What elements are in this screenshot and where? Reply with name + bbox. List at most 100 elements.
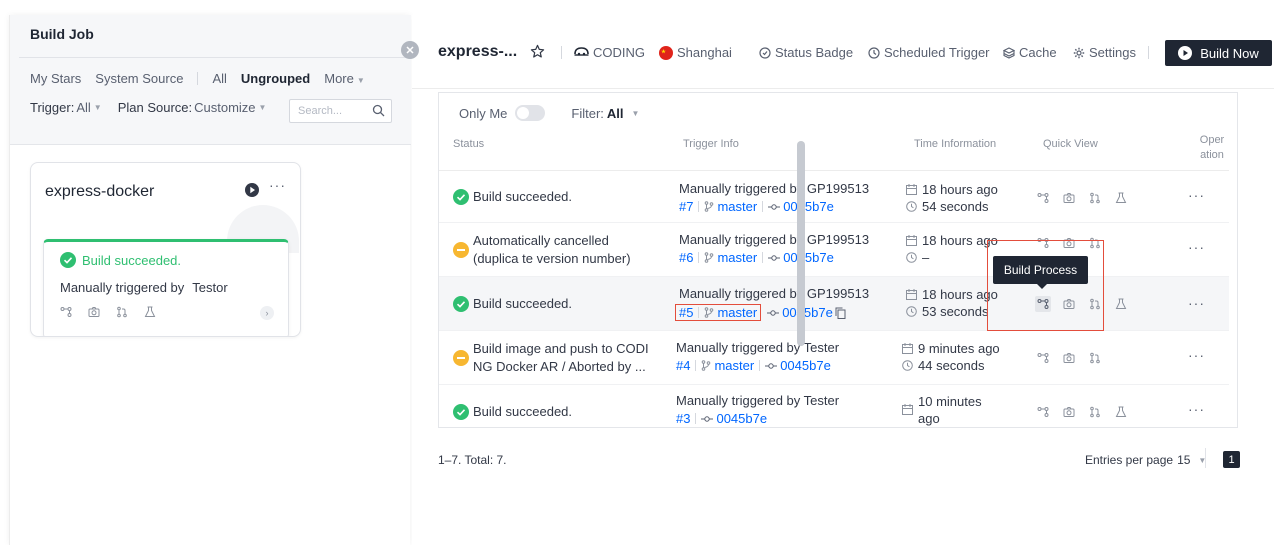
job-card[interactable]: express-docker ··· Build succeeded. Manu… bbox=[30, 162, 301, 337]
test-report-icon[interactable] bbox=[1113, 296, 1129, 312]
snapshot-icon[interactable] bbox=[1061, 235, 1077, 251]
more-icon[interactable]: ··· bbox=[1188, 239, 1205, 255]
nav-ungrouped[interactable]: Ungrouped bbox=[241, 71, 310, 86]
branch-link[interactable]: master bbox=[717, 250, 757, 265]
chevron-right-icon[interactable]: › bbox=[260, 306, 274, 320]
commit-link[interactable]: 0045b7e bbox=[780, 358, 831, 373]
table-row[interactable]: Build image and push to CODI NG Docker A… bbox=[439, 331, 1229, 385]
merge-request-icon[interactable] bbox=[1087, 350, 1103, 366]
meta-divider bbox=[695, 413, 697, 424]
merge-request-icon[interactable] bbox=[1087, 296, 1103, 312]
nav-system-source[interactable]: System Source bbox=[95, 71, 183, 86]
col-trigger-info: Trigger Info bbox=[683, 138, 739, 150]
snapshot-icon[interactable] bbox=[1061, 350, 1077, 366]
status-badge-label: Status Badge bbox=[775, 45, 854, 60]
more-icon[interactable]: ··· bbox=[1188, 347, 1205, 363]
page-size-select[interactable]: Entries per page 15 ▼ bbox=[1085, 453, 1206, 467]
build-number-link[interactable]: #6 bbox=[679, 250, 693, 265]
scheduled-trigger-link[interactable]: Scheduled Trigger bbox=[868, 45, 990, 60]
table-row[interactable]: Automatically cancelled (duplica te vers… bbox=[439, 223, 1229, 277]
calendar-icon bbox=[906, 184, 917, 195]
build-process-icon[interactable] bbox=[1035, 404, 1051, 420]
test-report-icon[interactable] bbox=[144, 306, 156, 318]
build-now-button[interactable]: Build Now bbox=[1165, 40, 1272, 66]
search-icon[interactable] bbox=[372, 104, 385, 117]
nav-my-stars[interactable]: My Stars bbox=[30, 71, 81, 86]
build-process-icon[interactable] bbox=[1035, 296, 1051, 312]
test-report-icon[interactable] bbox=[1113, 404, 1129, 420]
merge-request-icon[interactable] bbox=[1087, 235, 1103, 251]
filter-value[interactable]: All bbox=[607, 106, 624, 121]
job-card-name[interactable]: express-docker bbox=[45, 183, 154, 201]
team-link[interactable]: CODING bbox=[574, 45, 645, 60]
status-badge-link[interactable]: Status Badge bbox=[759, 45, 853, 60]
table-row[interactable]: Build succeeded. Manually triggered by G… bbox=[439, 171, 1229, 223]
close-panel-button[interactable] bbox=[401, 41, 419, 59]
merge-request-icon[interactable] bbox=[1087, 190, 1103, 206]
play-icon[interactable] bbox=[244, 182, 260, 198]
plan-source-filter[interactable]: Plan Source: Customize ▼ bbox=[118, 100, 267, 115]
cache-link[interactable]: Cache bbox=[1003, 45, 1057, 60]
snapshot-icon[interactable] bbox=[1061, 190, 1077, 206]
build-number-link[interactable]: #7 bbox=[679, 199, 693, 214]
build-number-link[interactable]: #5 bbox=[679, 305, 693, 320]
plan-source-label: Plan Source: bbox=[117, 100, 193, 115]
trigger-filter-value: All bbox=[76, 100, 91, 115]
build-process-icon[interactable] bbox=[1035, 190, 1051, 206]
commit-link[interactable]: 0045b7e bbox=[716, 411, 767, 426]
cancelled-icon bbox=[453, 350, 469, 366]
page-button[interactable]: 1 bbox=[1223, 451, 1240, 468]
row-time: 10 minutes ago bbox=[902, 393, 984, 427]
row-quick-view bbox=[1035, 404, 1129, 420]
snapshot-icon[interactable] bbox=[88, 306, 100, 318]
trigger-meta: #7 master 0045b7e bbox=[679, 199, 869, 214]
trigger-filter[interactable]: Trigger: All ▼ bbox=[30, 100, 102, 115]
nav-more[interactable]: More ▼ bbox=[324, 71, 365, 86]
test-report-icon[interactable] bbox=[1113, 190, 1129, 206]
build-process-icon[interactable] bbox=[1035, 350, 1051, 366]
table-row[interactable]: Build succeeded. Manually triggered by G… bbox=[439, 277, 1229, 331]
trigger-text: Manually triggered by GP199513 bbox=[679, 232, 870, 247]
nav-all[interactable]: All bbox=[212, 71, 226, 86]
col-operation: Oper ation bbox=[1199, 134, 1225, 161]
table-row[interactable]: Build succeeded. Manually triggered by T… bbox=[439, 385, 1229, 427]
build-number-link[interactable]: #3 bbox=[676, 411, 690, 426]
star-icon[interactable] bbox=[530, 44, 545, 59]
build-process-icon[interactable] bbox=[60, 306, 72, 318]
region-name: Shanghai bbox=[677, 45, 732, 60]
status-text: Build succeeded. bbox=[473, 296, 573, 311]
commit-link[interactable]: 0045b7e bbox=[783, 250, 834, 265]
build-process-icon[interactable] bbox=[1035, 235, 1051, 251]
duration: 44 seconds bbox=[918, 358, 985, 373]
status-text: Build succeeded. bbox=[473, 404, 573, 419]
search-input[interactable] bbox=[290, 100, 366, 122]
more-icon[interactable]: ··· bbox=[1188, 401, 1205, 417]
row-status: Build succeeded. bbox=[453, 188, 572, 206]
chevron-down-icon: ▼ bbox=[93, 103, 102, 112]
only-me-toggle[interactable] bbox=[515, 105, 546, 121]
snapshot-icon[interactable] bbox=[1061, 296, 1077, 312]
commit-link[interactable]: 0045b7e bbox=[782, 305, 833, 320]
commit-link[interactable]: 0045b7e bbox=[783, 199, 834, 214]
merge-request-icon[interactable] bbox=[1087, 404, 1103, 420]
success-icon bbox=[60, 252, 76, 268]
chevron-down-icon[interactable]: ▼ bbox=[632, 109, 640, 118]
branch-link[interactable]: master bbox=[714, 358, 754, 373]
clock-icon bbox=[906, 252, 917, 263]
scrollbar[interactable] bbox=[797, 141, 805, 346]
more-icon[interactable]: ··· bbox=[269, 177, 286, 193]
gear-icon bbox=[1073, 47, 1085, 58]
copy-icon[interactable] bbox=[835, 307, 846, 319]
latest-run-card[interactable]: Build succeeded. Manually triggered by Te… bbox=[43, 239, 289, 336]
snapshot-icon[interactable] bbox=[1061, 404, 1077, 420]
cancelled-icon bbox=[453, 242, 469, 258]
more-icon[interactable]: ··· bbox=[1188, 187, 1205, 203]
calendar-icon bbox=[902, 343, 913, 354]
branch-link[interactable]: master bbox=[717, 199, 757, 214]
build-number-link[interactable]: #4 bbox=[676, 358, 690, 373]
meta-divider bbox=[698, 252, 700, 263]
settings-link[interactable]: Settings bbox=[1073, 45, 1136, 60]
merge-request-icon[interactable] bbox=[116, 306, 128, 318]
more-icon[interactable]: ··· bbox=[1188, 295, 1205, 311]
branch-link[interactable]: master bbox=[717, 305, 757, 320]
